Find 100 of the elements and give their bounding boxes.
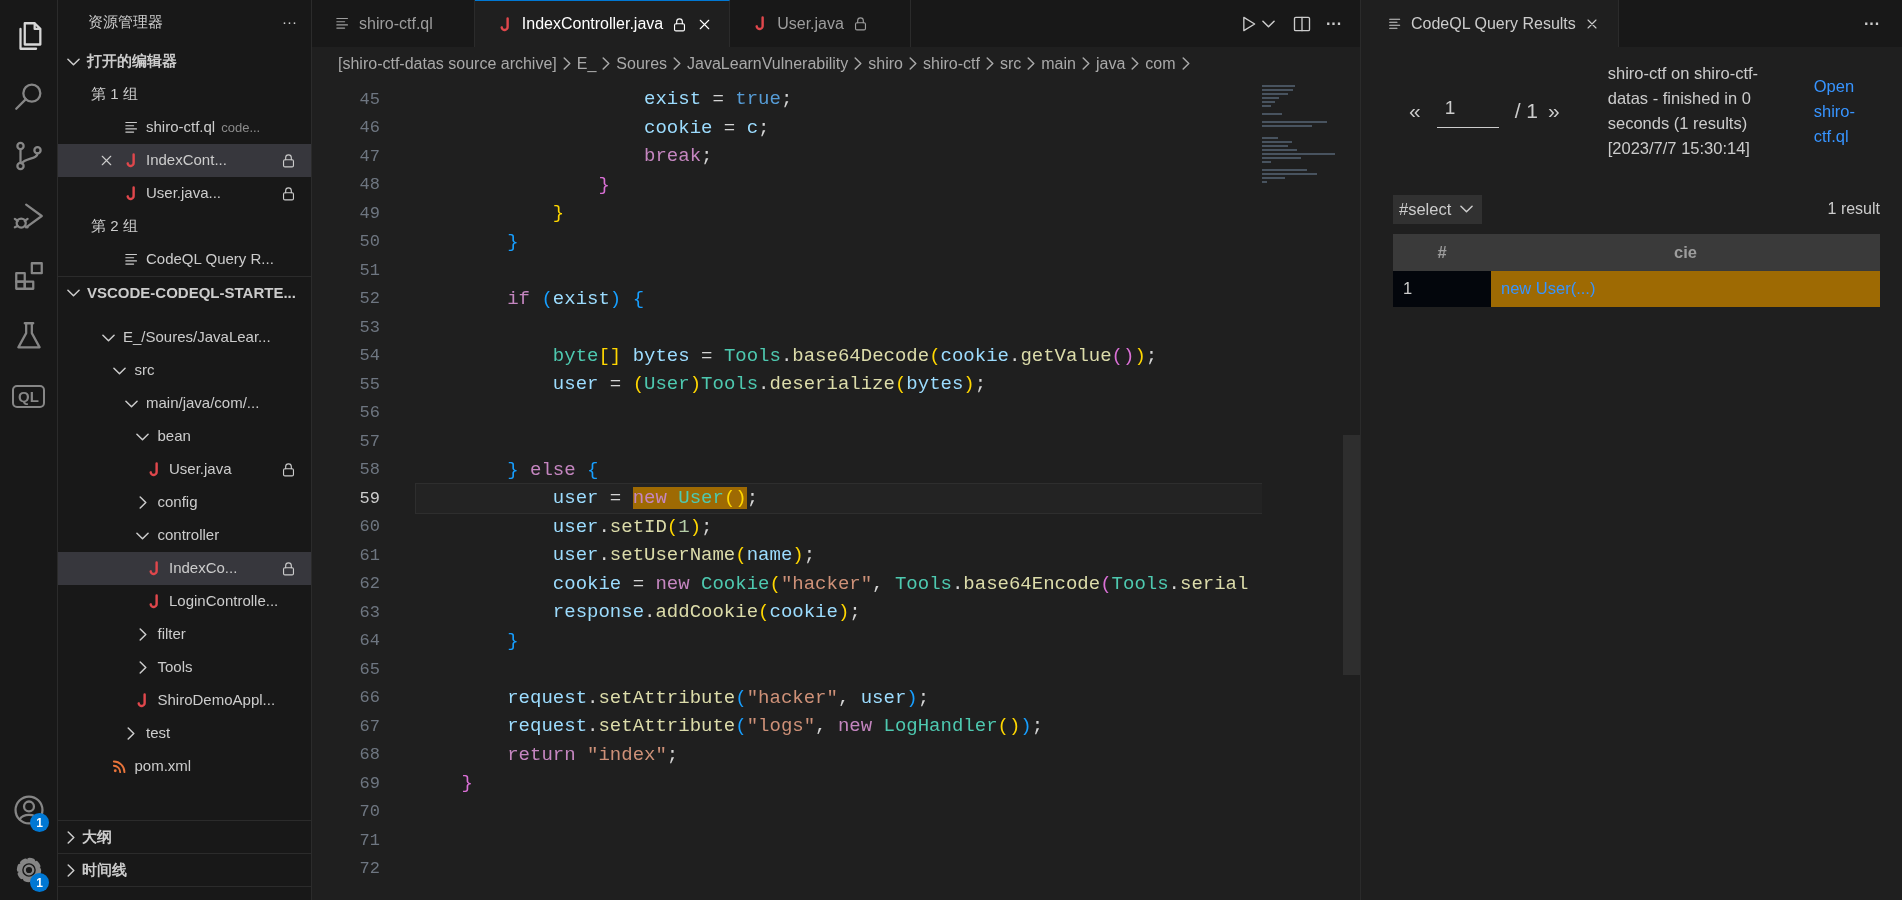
breadcrumb-item[interactable]: src [999, 51, 1022, 76]
result-set-dropdown[interactable]: #select [1393, 195, 1483, 224]
line-number: 67 [358, 715, 380, 738]
file-item[interactable]: ShiroDemoAppl... [157, 689, 276, 712]
line-number: 47 [358, 145, 380, 168]
open-editor-item[interactable]: User.java... [146, 182, 222, 205]
line-number: 52 [358, 288, 380, 310]
chevron-icon [562, 57, 571, 70]
badge: 1 [30, 813, 49, 832]
result-count: 1 result [1827, 199, 1880, 220]
code-line: } [506, 628, 520, 654]
folder-item[interactable]: bean [157, 425, 191, 448]
chevron-icon [67, 863, 75, 877]
chevron-icon [602, 57, 611, 70]
line-number: 59 [358, 487, 380, 510]
open-editor-item[interactable]: shiro-ctf.ql [146, 116, 216, 139]
code-line: response.addCookie(cookie); [551, 600, 862, 625]
section-header[interactable]: 时间线 [58, 853, 311, 886]
column-header: cie [1491, 233, 1880, 271]
code-line: cookie = new Cookie("hacker", Tools.base64Encode(Tools.serial [551, 571, 1250, 597]
line-number: 60 [358, 516, 380, 538]
feed-icon [111, 758, 128, 775]
line-number: 71 [358, 829, 380, 852]
code-line: user = (User)Tools.deserialize(bytes); [551, 372, 988, 397]
open-query-link[interactable]: Open shiro-ctf.ql [1813, 73, 1874, 149]
chevron-icon[interactable] [138, 496, 147, 509]
page-input[interactable]: 1 [1436, 94, 1499, 128]
chevron-icon[interactable] [138, 661, 147, 674]
line-number: 54 [358, 345, 380, 367]
line-number: 61 [358, 544, 380, 567]
folder-item[interactable]: config [157, 491, 198, 514]
line-number: 46 [358, 117, 380, 139]
breadcrumb-item[interactable]: Soures [616, 51, 668, 76]
line-number: 69 [358, 772, 380, 795]
folder-item[interactable]: controller [157, 524, 220, 547]
breadcrumb-item[interactable]: shiro [868, 51, 903, 76]
query-summary: shiro-ctf on shiro-ctf-datas - finished in 0 seconds (1 results) [2023/7/7 15:30:14] [1607, 63, 1760, 159]
lines-icon [334, 15, 351, 32]
code-line: } [460, 771, 474, 796]
previous-page-link[interactable]: « [1409, 95, 1421, 127]
more-actions[interactable]: ··· [282, 11, 297, 34]
more-actions[interactable]: ··· [1864, 11, 1880, 36]
chevron-icon [673, 57, 682, 70]
folder-item[interactable]: main/java/com/... [146, 392, 260, 415]
code-line: user.setID(1); [551, 514, 714, 540]
code-line: } else { [506, 457, 600, 483]
chevron-icon[interactable] [136, 432, 149, 441]
section-header[interactable]: VSCODE-CODEQL-STARTE... [58, 276, 311, 309]
chevron-icon [1027, 57, 1036, 70]
line-number: 72 [358, 858, 380, 880]
account-icon[interactable]: 1 [0, 780, 57, 840]
line-number: 50 [358, 231, 380, 253]
open-editor-item[interactable]: CodeQL Query R... [146, 248, 274, 271]
group-label: 第 2 组 [90, 216, 139, 237]
chevron-icon[interactable] [124, 399, 138, 408]
lines-icon [122, 119, 140, 136]
caret-icon[interactable] [1262, 19, 1275, 28]
folder-item[interactable]: Tools [157, 656, 193, 679]
file-item[interactable]: IndexCo... [169, 557, 238, 580]
chevron-icon[interactable] [136, 531, 149, 540]
panel-tab[interactable]: CodeQL Query Results [1361, 0, 1619, 47]
chevron-icon[interactable] [113, 366, 126, 375]
line-number: 51 [358, 259, 380, 282]
folder-item[interactable]: E_/Soures/JavaLear... [123, 326, 271, 349]
folder-item[interactable]: filter [157, 623, 186, 646]
breadcrumb-item[interactable]: JavaLearnVulnerability [687, 51, 849, 76]
chevron-icon [67, 57, 80, 66]
chevron-icon[interactable] [127, 727, 135, 740]
line-number: 66 [358, 687, 380, 709]
chevron-icon[interactable] [138, 628, 147, 641]
more-actions[interactable]: ··· [1326, 11, 1342, 36]
next-page-link[interactable]: » [1548, 95, 1560, 127]
editor-tab[interactable]: IndexController.java [474, 0, 731, 47]
chevron-icon [854, 57, 863, 70]
file-item[interactable]: LoginControlle... [169, 590, 279, 613]
code-line: byte[] bytes = Tools.base64Decode(cookie.getValue()); [551, 343, 1159, 369]
section-header[interactable]: 打开的编辑器 [58, 45, 311, 78]
line-number: 55 [358, 373, 380, 396]
folder-item[interactable]: test [146, 722, 171, 745]
code-line: break; [643, 144, 714, 169]
line-number: 49 [358, 202, 380, 225]
breadcrumb-item[interactable]: shiro-ctf [923, 51, 980, 76]
badge: 1 [30, 873, 49, 892]
chevron-icon[interactable] [101, 333, 115, 342]
code-line: request.setAttribute("hacker", user); [506, 685, 931, 711]
settings-icon[interactable]: 1 [0, 840, 57, 900]
line-number: 65 [358, 658, 380, 681]
breadcrumb-item[interactable]: [shiro-ctf-datas source archive] [338, 51, 557, 76]
file-item[interactable]: User.java [169, 458, 232, 481]
line-number: 57 [358, 430, 380, 453]
section-header[interactable]: 大纲 [58, 820, 311, 853]
file-item[interactable]: pom.xml [134, 755, 192, 778]
code-line: } [551, 201, 566, 226]
breadcrumb-item[interactable]: java [1095, 51, 1126, 76]
breadcrumb-item[interactable]: main [1041, 51, 1076, 76]
code-line: } [506, 229, 520, 255]
breadcrumb-item[interactable]: com [1145, 51, 1176, 76]
line-number: 70 [358, 801, 380, 823]
folder-item[interactable]: src [134, 359, 155, 382]
breadcrumb-item[interactable]: E_ [576, 51, 597, 76]
